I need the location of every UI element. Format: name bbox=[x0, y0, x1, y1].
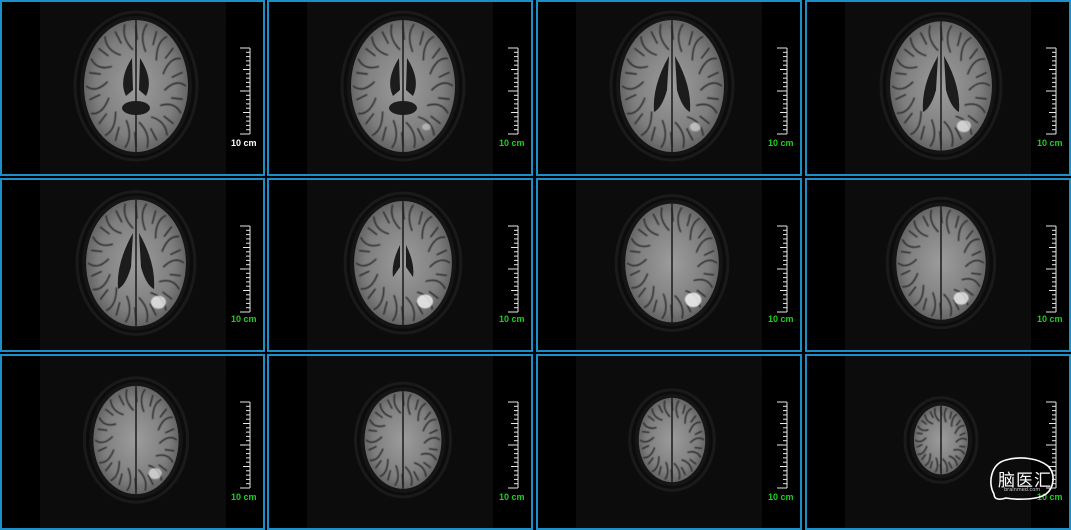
scale-label: 10 cm bbox=[1037, 138, 1063, 148]
brain-slice-image bbox=[903, 396, 979, 484]
brain-slice-image bbox=[82, 376, 190, 504]
scale-label: 10 cm bbox=[499, 492, 525, 502]
scale-ruler bbox=[508, 47, 519, 135]
scale-label: 10 cm bbox=[768, 492, 794, 502]
scale-label: 10 cm bbox=[231, 492, 257, 502]
scale-label: 10 cm bbox=[231, 138, 257, 148]
scale-ruler bbox=[777, 47, 788, 135]
scale-ruler bbox=[508, 225, 519, 313]
mri-slice-tile[interactable]: 10 cm bbox=[267, 354, 533, 530]
brain-slice-image bbox=[609, 10, 735, 162]
brain-slice-image bbox=[343, 191, 463, 335]
scale-ruler bbox=[508, 401, 519, 489]
scale-ruler bbox=[240, 225, 251, 313]
scale-label: 10 cm bbox=[768, 138, 794, 148]
mri-slice-tile[interactable]: 10 cm bbox=[536, 0, 802, 176]
brain-slice-image bbox=[879, 11, 1003, 161]
brain-slice-image bbox=[340, 10, 466, 162]
mri-slice-tile[interactable]: 10 cm bbox=[536, 354, 802, 530]
scale-ruler bbox=[240, 47, 251, 135]
brain-slice-image bbox=[614, 194, 730, 332]
mri-slice-viewer: 10 cm 10 cm 10 cm 10 cm 10 cm 10 cm 10 cm 10 cm… bbox=[0, 0, 1071, 530]
brain-slice-image bbox=[885, 196, 997, 330]
brain-slice-image bbox=[354, 381, 452, 499]
scale-ruler bbox=[1046, 225, 1057, 313]
mri-slice-tile[interactable]: 10 cm bbox=[0, 0, 265, 176]
mri-slice-tile[interactable]: 10 cm bbox=[0, 354, 265, 530]
scale-label: 10 cm bbox=[1037, 314, 1063, 324]
scale-label: 10 cm bbox=[231, 314, 257, 324]
scale-ruler bbox=[240, 401, 251, 489]
mri-slice-tile[interactable]: 10 cm bbox=[805, 354, 1071, 530]
mri-slice-tile[interactable]: 10 cm bbox=[267, 178, 533, 352]
mri-slice-tile[interactable]: 10 cm bbox=[536, 178, 802, 352]
scale-label: 10 cm bbox=[499, 138, 525, 148]
brain-slice-image bbox=[73, 10, 199, 162]
mri-slice-tile[interactable]: 10 cm bbox=[805, 178, 1071, 352]
mri-slice-tile[interactable]: 10 cm bbox=[805, 0, 1071, 176]
mri-slice-tile[interactable]: 10 cm bbox=[0, 178, 265, 352]
mri-slice-tile[interactable]: 10 cm bbox=[267, 0, 533, 176]
scale-ruler bbox=[1046, 47, 1057, 135]
scale-label: 10 cm bbox=[499, 314, 525, 324]
watermark-subtext: brainmed.com bbox=[1004, 487, 1041, 493]
scale-ruler bbox=[777, 401, 788, 489]
brain-slice-image bbox=[628, 388, 716, 492]
scale-ruler bbox=[777, 225, 788, 313]
scale-label: 10 cm bbox=[768, 314, 794, 324]
brain-slice-image bbox=[75, 190, 197, 336]
